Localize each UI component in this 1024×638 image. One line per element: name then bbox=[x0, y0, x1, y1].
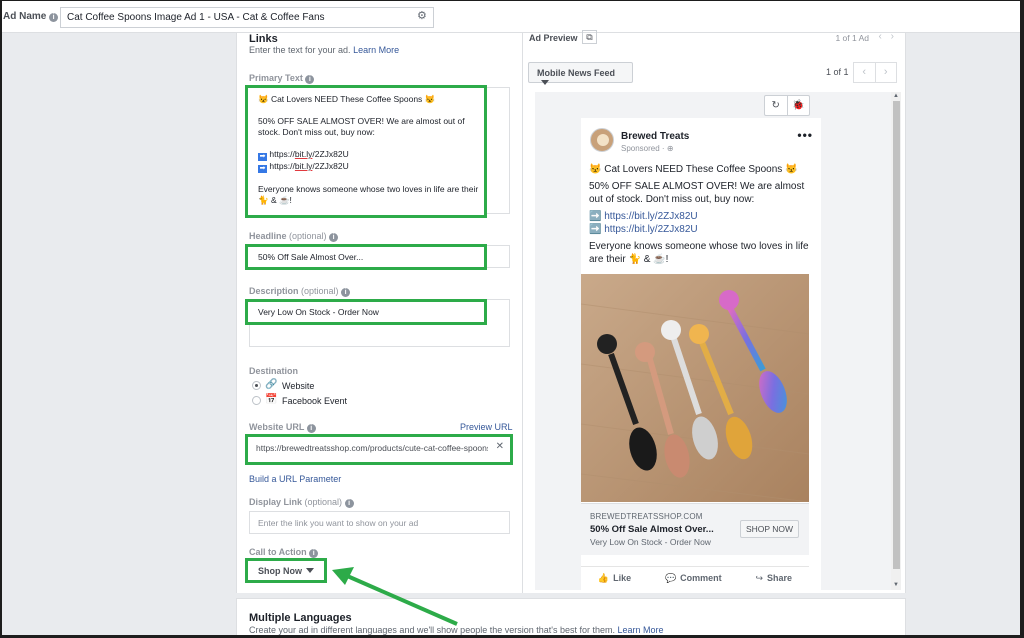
ad-name-label: Ad Name i bbox=[3, 11, 59, 22]
description-label: Description (optional) i bbox=[249, 286, 351, 297]
arrow-right-icon: ➡ bbox=[258, 165, 267, 173]
card-description: Very Low On Stock - Order Now bbox=[590, 537, 711, 547]
headline-value: 50% Off Sale Almost Over... bbox=[258, 252, 364, 262]
primary-text-line: Everyone knows someone whose two loves i… bbox=[258, 184, 479, 194]
external-link-icon[interactable]: ⧉ bbox=[582, 30, 597, 44]
page-count: 1 of 1 bbox=[826, 67, 849, 77]
page-name[interactable]: Brewed Treats bbox=[621, 131, 689, 142]
clear-icon[interactable]: ✕ bbox=[496, 441, 504, 452]
preview-url-link[interactable]: Preview URL bbox=[460, 422, 513, 432]
radio-facebook-event-label: Facebook Event bbox=[282, 396, 348, 406]
display-link-input[interactable]: Enter the link you want to show on your … bbox=[249, 511, 510, 534]
ad-count: 1 of 1 Ad bbox=[835, 33, 869, 43]
radio-website-label: Website bbox=[282, 381, 315, 391]
comment-icon: 💬 bbox=[664, 573, 677, 583]
build-url-parameter-link[interactable]: Build a URL Parameter bbox=[249, 474, 341, 484]
multiple-languages-title: Multiple Languages bbox=[249, 612, 352, 624]
scroll-up-arrow[interactable]: ▲ bbox=[893, 93, 899, 99]
share-icon: ↪ bbox=[755, 573, 764, 583]
ad-preview-title: Ad Preview bbox=[529, 33, 578, 43]
ads-manager-window: Ad Name i Cat Coffee Spoons Image Ad 1 -… bbox=[2, 1, 1020, 635]
post-link[interactable]: ➡️ https://bit.ly/2ZJx82U bbox=[589, 210, 815, 223]
card-headline: 50% Off Sale Almost Over... bbox=[590, 524, 714, 535]
spoons-photo bbox=[581, 274, 809, 502]
scroll-down-arrow[interactable]: ▼ bbox=[893, 582, 899, 588]
share-button[interactable]: ↪ Share bbox=[756, 573, 793, 584]
ad-nav-arrows[interactable]: ‹ › bbox=[879, 31, 897, 42]
arrow-right-icon: ➡ bbox=[258, 153, 267, 161]
ad-image[interactable] bbox=[581, 274, 809, 502]
bug-icon[interactable]: 🐞 bbox=[788, 96, 810, 115]
website-url-label: Website URL i bbox=[249, 422, 316, 433]
chevron-down-icon bbox=[541, 80, 549, 85]
primary-text-content: 😾 Cat Lovers NEED These Coffee Spoons 😾 … bbox=[258, 94, 480, 217]
info-icon[interactable]: i bbox=[49, 13, 59, 22]
info-icon[interactable]: i bbox=[306, 424, 316, 433]
preview-tools: ↻ 🐞 bbox=[764, 95, 810, 116]
placement-dropdown[interactable]: Mobile News Feed bbox=[528, 62, 633, 85]
primary-text-line: 50% OFF SALE ALMOST OVER! We are almost … bbox=[258, 116, 465, 137]
multiple-languages-subtitle: Create your ad in different languages an… bbox=[249, 625, 664, 635]
info-icon[interactable]: i bbox=[341, 288, 351, 297]
avatar bbox=[590, 128, 614, 152]
info-icon[interactable]: i bbox=[305, 75, 315, 84]
primary-text-input[interactable]: 😾 Cat Lovers NEED These Coffee Spoons 😾 … bbox=[245, 85, 487, 218]
chevron-down-icon bbox=[306, 568, 314, 573]
like-button[interactable]: 👍 Like bbox=[598, 573, 631, 584]
info-icon[interactable]: i bbox=[309, 549, 319, 558]
globe-icon: ⊕ bbox=[666, 144, 674, 153]
radio-website[interactable] bbox=[252, 381, 261, 390]
links-section: Links Enter the text for your ad. Learn … bbox=[236, 33, 522, 593]
website-url-value: https://brewedtreatsshop.com/products/cu… bbox=[256, 443, 488, 453]
link-card[interactable]: BREWEDTREATSSHOP.COM 50% Off Sale Almost… bbox=[581, 503, 809, 555]
info-icon[interactable]: i bbox=[344, 499, 354, 508]
cta-dropdown[interactable]: Shop Now bbox=[245, 558, 327, 583]
headline-label: Headline (optional) i bbox=[249, 231, 339, 242]
ad-preview-panel: Ad Preview ⧉ 1 of 1 Ad ‹ › Mobile News F… bbox=[522, 30, 906, 593]
calendar-icon: 📅 bbox=[265, 394, 278, 405]
refresh-icon[interactable]: ↻ bbox=[765, 96, 788, 115]
section-subtitle: Enter the text for your ad. Learn More bbox=[249, 45, 400, 55]
description-input[interactable]: Very Low On Stock - Order Now bbox=[245, 299, 487, 325]
next-button[interactable]: › bbox=[876, 63, 897, 82]
post-text-line: 50% OFF SALE ALMOST OVER! We are almost … bbox=[589, 181, 805, 205]
card-domain: BREWEDTREATSSHOP.COM bbox=[590, 512, 703, 521]
scrollbar-thumb[interactable] bbox=[893, 101, 900, 569]
post-text-line: 😾 Cat Lovers NEED These Coffee Spoons 😾 bbox=[589, 164, 798, 175]
post-text-line: Everyone knows someone whose two loves i… bbox=[589, 241, 809, 265]
comment-button[interactable]: 💬 Comment bbox=[665, 573, 722, 584]
website-url-input[interactable]: https://brewedtreatsshop.com/products/cu… bbox=[245, 434, 513, 465]
primary-text-line: 🐈 & ☕! bbox=[258, 195, 292, 205]
post-link[interactable]: ➡️ https://bit.ly/2ZJx82U bbox=[589, 223, 815, 236]
link-icon: 🔗 bbox=[265, 379, 278, 390]
display-link-placeholder: Enter the link you want to show on your … bbox=[258, 518, 419, 528]
post-actions: 👍 Like 💬 Comment ↪ Share bbox=[581, 566, 809, 590]
post-text: 😾 Cat Lovers NEED These Coffee Spoons 😾 … bbox=[589, 163, 815, 266]
prev-button[interactable]: ‹ bbox=[854, 63, 876, 82]
ad-name-bar: Ad Name i Cat Coffee Spoons Image Ad 1 -… bbox=[2, 1, 1020, 33]
description-value: Very Low On Stock - Order Now bbox=[258, 307, 379, 317]
display-link-label: Display Link (optional) i bbox=[249, 497, 354, 508]
shop-now-button[interactable]: SHOP NOW bbox=[740, 520, 799, 538]
ad-name-input[interactable]: Cat Coffee Spoons Image Ad 1 - USA - Cat… bbox=[60, 7, 434, 28]
primary-text-line: 😾 Cat Lovers NEED These Coffee Spoons 😾 bbox=[258, 94, 436, 104]
cta-value: Shop Now bbox=[258, 566, 314, 576]
section-title: Links bbox=[249, 33, 278, 45]
ad-post: Brewed Treats Sponsored · ⊕ ••• 😾 Cat Lo… bbox=[581, 118, 821, 590]
radio-facebook-event[interactable] bbox=[252, 396, 261, 405]
primary-text-links: ➡ https://bit.ly/2ZJx82U ➡ https://bit.l… bbox=[258, 149, 349, 173]
page-nav: ‹ › bbox=[853, 62, 897, 83]
multiple-languages-section: Multiple Languages Create your ad in dif… bbox=[236, 598, 906, 635]
primary-text-label: Primary Text i bbox=[249, 73, 315, 84]
headline-input[interactable]: 50% Off Sale Almost Over... bbox=[245, 244, 487, 270]
like-icon: 👍 bbox=[597, 573, 610, 583]
destination-label: Destination bbox=[249, 366, 299, 376]
sponsored-label: Sponsored · ⊕ bbox=[621, 144, 674, 153]
info-icon[interactable]: i bbox=[329, 233, 339, 242]
learn-more-link[interactable]: Learn More bbox=[618, 625, 664, 635]
gear-icon[interactable]: ⚙ bbox=[417, 9, 427, 22]
cta-label: Call to Action i bbox=[249, 547, 319, 558]
learn-more-link[interactable]: Learn More bbox=[353, 45, 399, 55]
more-options-icon[interactable]: ••• bbox=[797, 128, 813, 142]
